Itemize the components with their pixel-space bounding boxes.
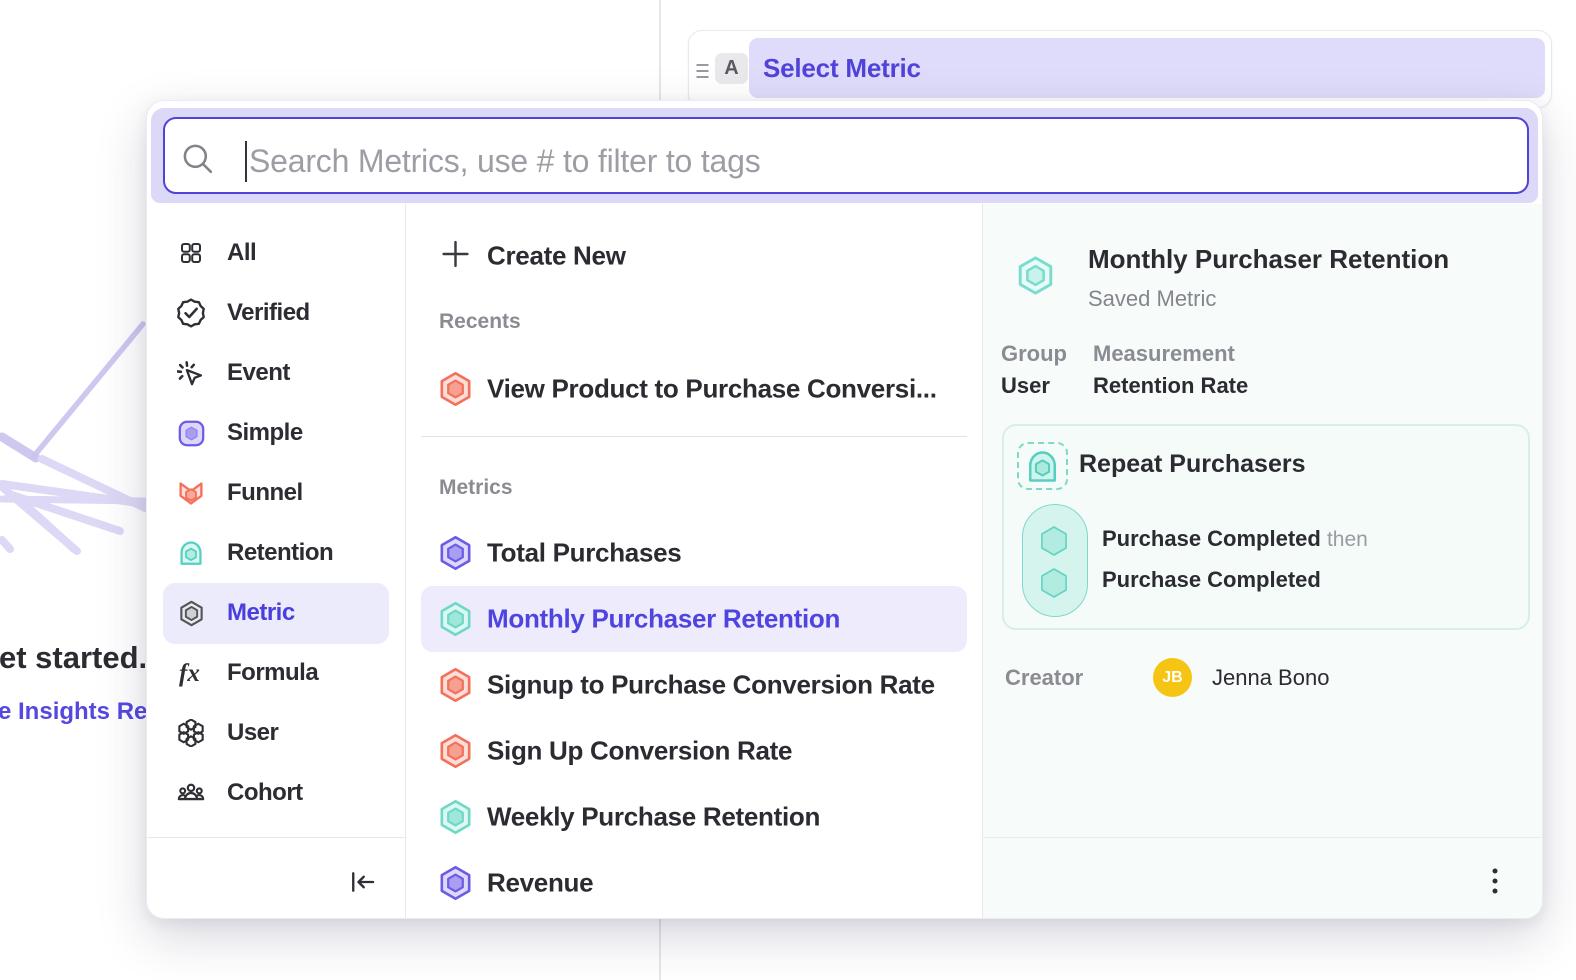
svg-text:fx: fx	[179, 660, 200, 687]
